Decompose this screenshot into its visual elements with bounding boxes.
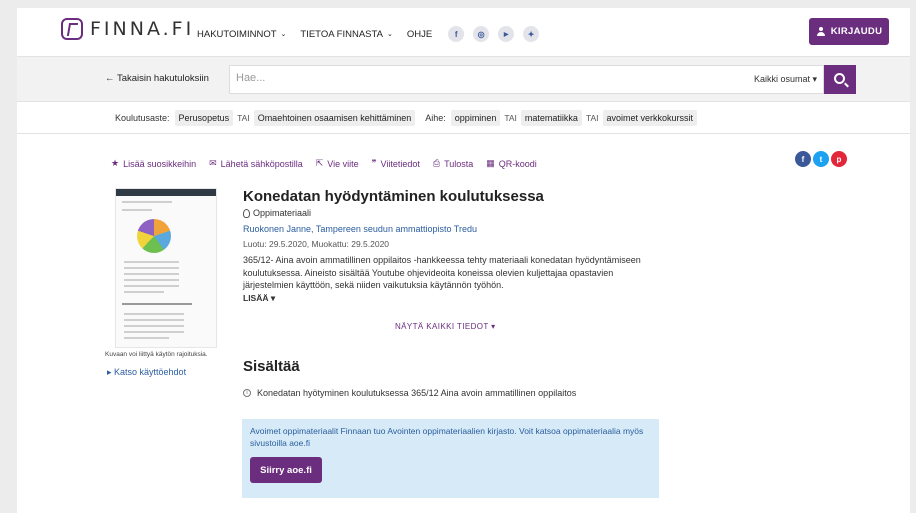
thumbnail-pie-graphic [137,219,171,253]
filter-chip-omaehtoinen[interactable]: Omaehtoinen osaamisen kehittäminen [253,110,416,126]
login-button[interactable]: KIRJAUDU [809,18,889,45]
filter-or: TAI [585,113,599,123]
youtube-icon[interactable]: ▶ [498,26,515,42]
print-icon: ⎙ [432,158,441,168]
print-button[interactable]: ⎙ Tulosta [433,158,473,169]
filter-level-label: Koulutusaste: [115,113,170,123]
nav-tietoa-finnasta-label: TIETOA FINNASTA [300,28,383,40]
record-description: 365/12- Aina avoin ammatillinen oppilait… [243,255,641,290]
contains-item[interactable]: i Konedatan hyötyminen koulutuksessa 365… [243,388,576,398]
nav-ohje-label: OHJE [406,28,433,40]
finna-logo[interactable]: FINNA.FI [61,18,194,40]
filter-chip-oppiminen[interactable]: oppiminen [450,110,501,126]
social-links: f ◎ ▶ ✦ [448,26,548,42]
search-box: Kaikki osumat ▾ [229,65,824,94]
user-icon [816,26,826,37]
record-toolbar: ★ Lisää suosikkeihin ✉ Lähetä sähköposti… [111,158,550,169]
star-icon: ★ [111,158,120,168]
go-to-aoe-button[interactable]: Siirry aoe.fi [250,457,322,483]
login-label: KIRJAUDU [830,26,883,37]
back-to-results-link[interactable]: ← Takaisin hakutuloksiin [105,73,209,84]
record-title: Konedatan hyödyntäminen koulutuksessa [243,188,544,205]
info-icon: i [243,389,251,397]
filter-chip-avoimet-verkkokurssit[interactable]: avoimet verkkokurssit [602,110,698,126]
filter-or: TAI [237,113,250,123]
contains-item-label: Konedatan hyötyminen koulutuksessa 365/1… [257,388,577,398]
record-format-label: Oppimateriaali [253,208,312,218]
record-authors-link[interactable]: Ruokonen Janne, Tampereen seudun ammatti… [243,224,663,234]
instagram-icon[interactable]: ◎ [473,26,490,42]
logo-text: FINNA.FI [90,18,195,40]
nav-tietoa-finnasta[interactable]: TIETOA FINNASTA ⌄ [300,29,392,40]
filter-or: TAI [504,113,517,123]
chevron-down-icon: ⌄ [280,31,287,38]
facebook-icon[interactable]: f [448,26,465,42]
twitter-icon[interactable]: ✦ [523,26,540,42]
finna-logo-icon [61,18,83,40]
aoe-notice-text: Avoimet oppimateriaalit Finnaan tuo Avoi… [250,426,644,448]
contains-heading: Sisältää [243,358,300,375]
qr-code-icon: ▦ [486,158,495,168]
envelope-icon: ✉ [209,158,217,168]
search-scope-select[interactable]: Kaikki osumat ▾ [754,74,817,85]
search-icon [833,73,845,84]
citation-label: Viitetiedot [380,158,420,169]
record-dates: Luotu: 29.5.2020, Muokattu: 29.5.2020 [243,239,390,249]
image-usage-notice: Kuvaan voi liittyä käytön rajoituksia. [105,351,208,358]
page: FINNA.FI HAKUTOIMINNOT ⌄ TIETOA FINNASTA… [17,8,910,513]
main-nav: HAKUTOIMINNOT ⌄ TIETOA FINNASTA ⌄ OHJE f… [197,26,548,42]
filter-chip-matematiikka[interactable]: matematiikka [520,110,582,126]
filter-chip-perusopetus[interactable]: Perusopetus [174,110,234,126]
record-details: Konedatan hyödyntäminen koulutuksessa Op… [243,188,663,304]
chevron-down-icon: ⌄ [386,31,393,38]
record-thumbnail[interactable] [115,188,217,348]
citation-button[interactable]: ❞ Viitetiedot [372,158,420,169]
send-email-label: Lähetä sähköpostilla [220,158,303,169]
export-button[interactable]: ⇱ Vie viite [316,158,359,169]
print-label: Tulosta [444,158,474,169]
filter-topic-label: Aihe: [425,113,446,123]
show-more-toggle[interactable]: LISÄÄ ▾ [243,293,663,304]
record-format: Oppimateriaali [243,208,663,218]
show-all-details-toggle[interactable]: NÄYTÄ KAIKKI TIEDOT ▾ [395,322,496,331]
add-favorite-label: Lisää suosikkeihin [123,158,197,169]
top-navigation-bar: FINNA.FI HAKUTOIMINNOT ⌄ TIETOA FINNASTA… [17,8,910,56]
lightbulb-icon [243,208,250,218]
twitter-share-icon[interactable]: t [813,151,829,167]
active-filters: Koulutusaste: Perusopetus TAI Omaehtoine… [17,103,910,134]
nav-ohje[interactable]: OHJE [407,29,432,40]
pinterest-share-icon[interactable]: p [831,151,847,167]
add-favorite-button[interactable]: ★ Lisää suosikkeihin [111,158,196,169]
export-icon: ⇱ [315,158,324,168]
qr-code-button[interactable]: ▦ QR-koodi [486,158,537,169]
terms-of-use-link[interactable]: ▸ Katso käyttöehdot [107,367,186,378]
export-label: Vie viite [327,158,359,169]
nav-hakutoiminnot-label: HAKUTOIMINNOT [197,28,277,40]
search-button[interactable] [824,65,856,94]
thumbnail-header-bar [116,189,216,196]
send-email-button[interactable]: ✉ Lähetä sähköpostilla [209,158,303,169]
share-buttons: f t p [795,151,849,167]
quote-icon: ❞ [371,158,377,168]
aoe-notice-box: Avoimet oppimateriaalit Finnaan tuo Avoi… [242,419,659,498]
qr-code-label: QR-koodi [498,158,537,169]
search-input[interactable] [236,72,636,84]
nav-hakutoiminnot[interactable]: HAKUTOIMINNOT ⌄ [197,29,286,40]
search-bar-area: ← Takaisin hakutuloksiin Kaikki osumat ▾ [17,56,910,102]
facebook-share-icon[interactable]: f [795,151,811,167]
